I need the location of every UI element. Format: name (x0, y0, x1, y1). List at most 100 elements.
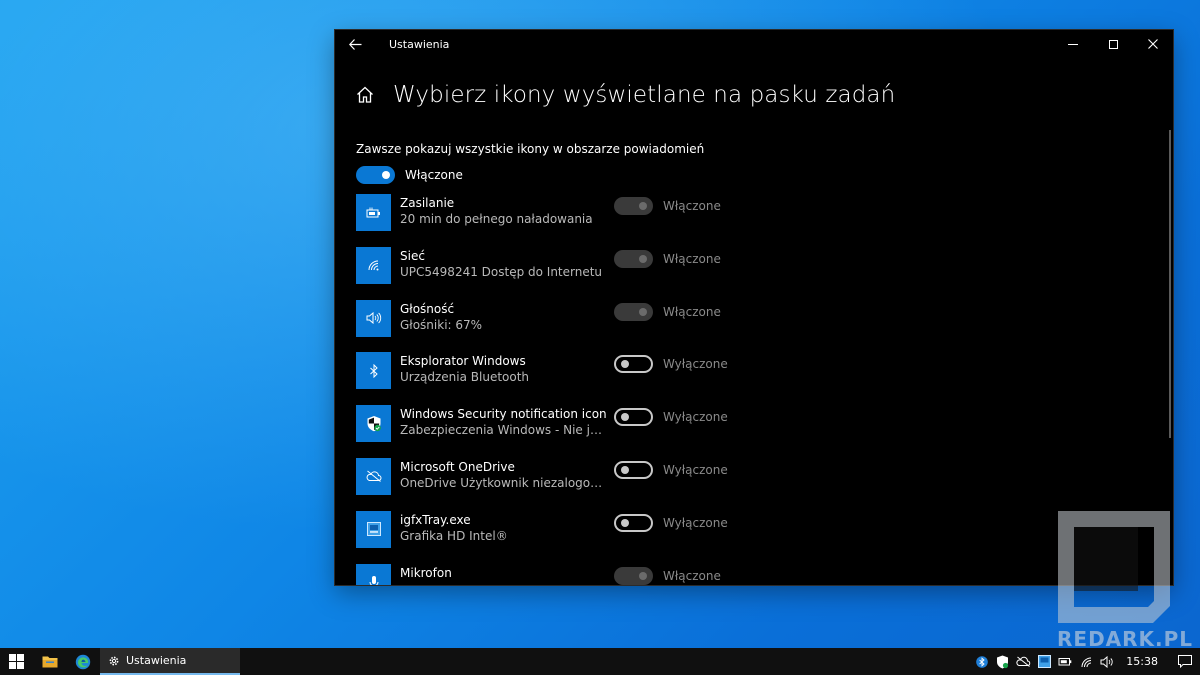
item-state-label: Wyłączone (663, 462, 728, 477)
maximize-icon (1108, 39, 1118, 49)
item-text: Głośność Głośniki: 67% (400, 300, 610, 333)
toggle-knob (639, 202, 647, 210)
list-item-siec: Sieć UPC5498241 Dostęp do Internetu Włąc… (356, 246, 1136, 300)
item-toggle-wrap: Włączone (614, 302, 721, 321)
always-show-toggle-row: Włączone (356, 166, 1173, 184)
item-name: Głośność (400, 301, 455, 316)
gear-icon (109, 656, 119, 665)
speaker-icon (366, 312, 381, 325)
toggle-knob (639, 307, 647, 316)
edge-button[interactable] (66, 648, 99, 675)
watermark-logo (1058, 511, 1170, 623)
cloud-offline-icon (366, 471, 381, 483)
start-button[interactable] (0, 648, 33, 675)
item-state-label: Włączone (663, 568, 721, 583)
item-toggle (614, 566, 653, 585)
item-text: Windows Security notification icon Zabez… (400, 405, 610, 438)
list-item-mikrofon: Mikrofon Włączone (356, 563, 1136, 585)
tray-bluetooth[interactable] (971, 648, 992, 675)
action-center-icon (1178, 655, 1192, 668)
home-icon[interactable] (355, 85, 375, 105)
tray-security[interactable] (992, 648, 1013, 675)
item-tile (356, 563, 391, 585)
scrollbar[interactable] (1169, 130, 1171, 438)
always-show-state-label: Włączone (405, 168, 463, 182)
item-text: Zasilanie 20 min do pełnego naładowania (400, 194, 610, 227)
file-explorer-button[interactable] (33, 648, 66, 675)
title-bar: Ustawienia (335, 30, 1173, 58)
item-toggle[interactable] (614, 408, 653, 427)
folder-icon (42, 656, 57, 668)
item-tile (356, 405, 391, 443)
microphone-icon (369, 576, 378, 585)
item-name: Mikrofon (400, 565, 452, 580)
taskbar-clock[interactable]: 15:38 (1126, 655, 1158, 668)
page-title: Wybierz ikony wyświetlane na pasku zadań (393, 82, 896, 108)
item-name: Zasilanie (400, 196, 455, 210)
item-toggle[interactable] (614, 460, 653, 479)
maximize-button[interactable] (1093, 30, 1133, 58)
item-state-label: Włączone (663, 251, 721, 266)
tray-volume[interactable] (1097, 648, 1118, 675)
toggle-knob (639, 254, 647, 263)
wifi-icon (1081, 657, 1091, 667)
item-subtitle: Zabezpieczenia Windows - Nie jest... (400, 423, 605, 438)
item-state-label: Wyłączone (663, 410, 728, 425)
minimize-button[interactable] (1053, 30, 1093, 58)
item-tile (356, 457, 391, 495)
list-item-igfxtray: igfxTray.exe Grafika HD Intel® Wyłączone (356, 510, 1136, 564)
item-text: igfxTray.exe Grafika HD Intel® (400, 511, 610, 544)
window-title: Ustawienia (389, 37, 450, 51)
tray-intel-graphics[interactable] (1034, 648, 1055, 675)
battery-icon (366, 207, 380, 217)
item-toggle-wrap: Wyłączone (614, 408, 728, 427)
always-show-toggle[interactable] (356, 166, 395, 184)
item-tile (356, 299, 391, 337)
item-state-label: Wyłączone (663, 515, 728, 530)
bluetooth-icon (975, 655, 988, 668)
back-button[interactable] (335, 30, 375, 58)
edge-icon (75, 654, 90, 669)
intel-graphics-icon (1038, 655, 1052, 668)
item-tile (356, 194, 391, 231)
item-toggle-wrap: Wyłączone (614, 513, 728, 532)
taskbar-app-settings[interactable]: Ustawienia (100, 648, 240, 675)
toggle-knob (621, 465, 629, 474)
item-toggle (614, 249, 653, 268)
item-subtitle: 20 min do pełnego naładowania (400, 212, 593, 226)
item-toggle[interactable] (614, 513, 653, 532)
list-item-onedrive: Microsoft OneDrive OneDrive Użytkownik n… (356, 457, 1136, 511)
taskbar-app-label: Ustawienia (126, 654, 187, 667)
item-toggle-wrap: Wyłączone (614, 355, 728, 374)
item-text: Sieć UPC5498241 Dostęp do Internetu (400, 247, 610, 280)
icon-list: Zasilanie 20 min do pełnego naładowania … (356, 194, 1136, 585)
item-tile (356, 246, 391, 284)
battery-icon (1058, 658, 1072, 666)
speaker-icon (1100, 655, 1113, 668)
item-name: Microsoft OneDrive (400, 459, 515, 474)
close-button[interactable] (1133, 30, 1173, 58)
back-arrow-icon (348, 38, 361, 50)
tray-onedrive[interactable] (1013, 648, 1034, 675)
taskbar: Ustawienia 15:38 (0, 648, 1200, 675)
shield-icon (367, 416, 381, 432)
item-state-label: Włączone (663, 199, 721, 213)
tray-network[interactable] (1076, 648, 1097, 675)
system-tray: 15:38 (971, 648, 1200, 675)
cloud-offline-icon (1016, 656, 1031, 667)
list-item-eksplorator-windows: Eksplorator Windows Urządzenia Bluetooth… (356, 352, 1136, 405)
item-toggle (614, 197, 653, 215)
toggle-knob (621, 518, 629, 527)
toggle-knob (639, 571, 647, 580)
wifi-icon (368, 260, 378, 271)
item-name: Windows Security notification icon (400, 407, 607, 422)
settings-window: Ustawienia Wybierz ikony wyświetlane na … (335, 30, 1173, 585)
tray-battery[interactable] (1055, 648, 1076, 675)
item-tile (356, 510, 391, 548)
item-text: Mikrofon (400, 564, 610, 581)
toggle-knob (382, 171, 390, 179)
notification-center-button[interactable] (1170, 648, 1200, 675)
item-subtitle: Urządzenia Bluetooth (400, 370, 530, 385)
toggle-knob (621, 413, 629, 422)
item-toggle[interactable] (614, 355, 653, 374)
